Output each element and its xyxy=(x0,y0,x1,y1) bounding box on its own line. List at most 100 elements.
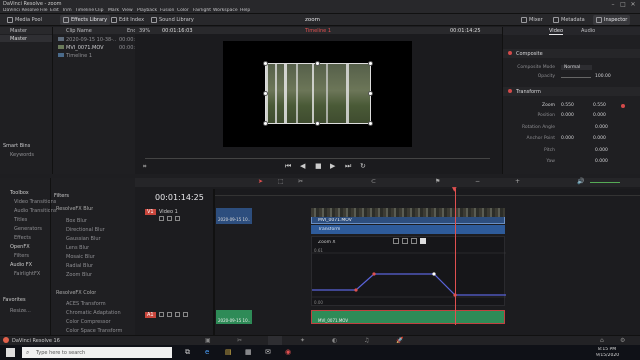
viewer-scrubber[interactable] xyxy=(145,158,490,159)
bin-item-master[interactable]: Master xyxy=(0,35,52,42)
linear-icon[interactable] xyxy=(393,238,399,244)
audio-clip-selected[interactable]: MVI_0071.MOV xyxy=(311,310,505,324)
deliver-page-icon[interactable]: 🚀 xyxy=(396,337,403,344)
list-item[interactable]: Timeline 1 xyxy=(53,52,135,59)
list-item[interactable]: Lens Blur xyxy=(66,245,89,251)
taskbar-search[interactable]: ⌕ Type here to search xyxy=(22,347,172,358)
zoom-out-icon[interactable]: − xyxy=(475,178,480,185)
list-item[interactable]: Directional Blur xyxy=(66,227,105,233)
timeline-name-dropdown[interactable]: Timeline 1 xyxy=(305,28,331,34)
audio-fx-item[interactable]: Audio FX xyxy=(10,262,32,268)
zoom-x-value[interactable]: 0.550 xyxy=(561,103,574,108)
list-item[interactable]: 2020-09-15 10-38-... 00:00:... xyxy=(53,36,135,43)
menu-edit[interactable]: Edit xyxy=(50,8,59,13)
keyframe-curve-editor[interactable]: Zoom X 0.61 0.00 xyxy=(311,236,506,307)
smart-bins-label[interactable]: Smart Bins xyxy=(3,143,30,149)
tab-video[interactable]: Video xyxy=(549,28,564,35)
edit-index-button[interactable]: Edit Index xyxy=(108,15,147,25)
menu-fusion[interactable]: Fusion xyxy=(160,8,174,13)
selection-tool-icon[interactable]: ➤ xyxy=(258,178,263,185)
menu-fairlight[interactable]: Fairlight xyxy=(193,8,211,13)
transform-handle[interactable] xyxy=(263,61,268,66)
list-item[interactable]: Chromatic Adaptation xyxy=(66,310,121,316)
playhead[interactable] xyxy=(455,189,456,325)
auto-select-icon[interactable] xyxy=(167,216,172,221)
composite-section-header[interactable]: Composite xyxy=(503,49,640,58)
section-enable-icon[interactable] xyxy=(508,51,512,55)
windows-start-icon[interactable] xyxy=(6,348,15,357)
list-item[interactable]: Color Compressor xyxy=(66,319,111,325)
playhead-marker-icon[interactable]: ▼ xyxy=(452,186,457,193)
fairlightfx-item[interactable]: FairlightFX xyxy=(14,271,40,277)
transform-handle[interactable] xyxy=(368,121,373,126)
transform-keyframe-strip[interactable]: Transform xyxy=(311,225,505,234)
go-to-start-icon[interactable]: ⏮ xyxy=(285,162,291,171)
transform-mode-icon[interactable]: ⌗ xyxy=(143,163,146,171)
mail-icon[interactable]: ✉ xyxy=(265,348,271,356)
menu-workspace[interactable]: Workspace xyxy=(213,8,238,13)
menu-clip[interactable]: Clip xyxy=(95,8,104,13)
list-item[interactable]: Zoom Blur xyxy=(66,272,92,278)
fusion-page-icon[interactable]: ✦ xyxy=(300,337,305,344)
auto-select-icon[interactable] xyxy=(167,312,172,317)
ease-out-icon[interactable] xyxy=(411,238,417,244)
transform-handle[interactable] xyxy=(263,121,268,126)
zoom-curve[interactable] xyxy=(312,237,506,307)
toolbox-item[interactable]: Toolbox xyxy=(10,190,29,196)
filters-item[interactable]: Filters xyxy=(14,253,29,259)
composite-mode-select[interactable]: Normal xyxy=(561,65,593,70)
settings-icon[interactable]: ⚙ xyxy=(620,337,625,344)
track-a1-badge[interactable]: A1 xyxy=(145,312,156,318)
reverse-play-icon[interactable]: ◀ xyxy=(300,162,305,170)
play-icon[interactable]: ▶ xyxy=(330,162,335,170)
track-v1-name[interactable]: Video 1 xyxy=(159,209,178,215)
track-v1-badge[interactable]: V1 xyxy=(145,209,156,215)
column-clip-name[interactable]: Clip Name xyxy=(66,28,92,34)
position-x-value[interactable]: 0.000 xyxy=(561,113,574,118)
menu-playback[interactable]: Playback xyxy=(137,8,157,13)
effects-item[interactable]: Effects xyxy=(14,235,31,241)
blade-tool-icon[interactable]: ✂ xyxy=(298,178,303,185)
fairlight-page-icon[interactable]: ♫ xyxy=(364,337,369,344)
mute-icon[interactable] xyxy=(183,312,188,317)
transform-handle[interactable] xyxy=(368,91,373,96)
menu-view[interactable]: View xyxy=(122,8,133,13)
color-page-icon[interactable]: ◐ xyxy=(332,337,337,344)
media-page-icon[interactable]: ▣ xyxy=(205,337,211,344)
zoom-in-icon[interactable]: + xyxy=(515,178,520,185)
opacity-slider[interactable] xyxy=(561,77,591,78)
transform-handle[interactable] xyxy=(263,91,268,96)
edge-icon[interactable]: e xyxy=(205,348,209,356)
task-view-icon[interactable]: ⧉ xyxy=(185,348,190,357)
video-preview[interactable] xyxy=(265,63,371,124)
home-icon[interactable]: ⌂ xyxy=(600,337,604,344)
list-item[interactable]: MVI_0071.MOV 00:00:04:2... xyxy=(53,44,135,51)
favorite-item[interactable]: Resize... xyxy=(10,308,48,314)
video-clip[interactable]: 2020-09-15 10... xyxy=(216,208,252,224)
file-explorer-icon[interactable]: ▤ xyxy=(225,348,232,356)
resolve-taskbar-icon[interactable]: ◉ xyxy=(285,348,291,356)
rotation-value[interactable]: 0.000 xyxy=(595,125,608,130)
zoom-y-value[interactable]: 0.550 xyxy=(593,103,606,108)
mixer-button[interactable]: Mixer xyxy=(518,15,546,25)
timeline-ruler[interactable] xyxy=(215,189,640,196)
anchor-x-value[interactable]: 0.000 xyxy=(561,136,574,141)
loop-icon[interactable]: ↻ xyxy=(360,162,366,170)
opacity-value[interactable]: 100.00 xyxy=(595,74,611,79)
sound-library-button[interactable]: Sound Library xyxy=(148,15,197,25)
volume-slider[interactable] xyxy=(590,182,620,183)
effects-library-button[interactable]: Effects Library xyxy=(60,15,111,25)
menu-file[interactable]: File xyxy=(40,8,48,13)
trim-tool-icon[interactable]: ⬚ xyxy=(278,178,284,185)
snapping-icon[interactable]: ⊂ xyxy=(371,178,376,185)
track-visible-icon[interactable] xyxy=(175,216,180,221)
keyframe-icon[interactable] xyxy=(621,104,625,108)
audio-clip[interactable]: 2020-09-15 10... xyxy=(216,310,252,324)
metadata-button[interactable]: Metadata xyxy=(550,15,588,25)
transform-handle[interactable] xyxy=(315,61,320,66)
media-pool-button[interactable]: Media Pool xyxy=(4,15,45,25)
inspector-button[interactable]: Inspector xyxy=(593,15,631,25)
menu-color[interactable]: Color xyxy=(177,8,189,13)
list-item[interactable]: Box Blur xyxy=(66,218,87,224)
pitch-value[interactable]: 0.000 xyxy=(595,148,608,153)
